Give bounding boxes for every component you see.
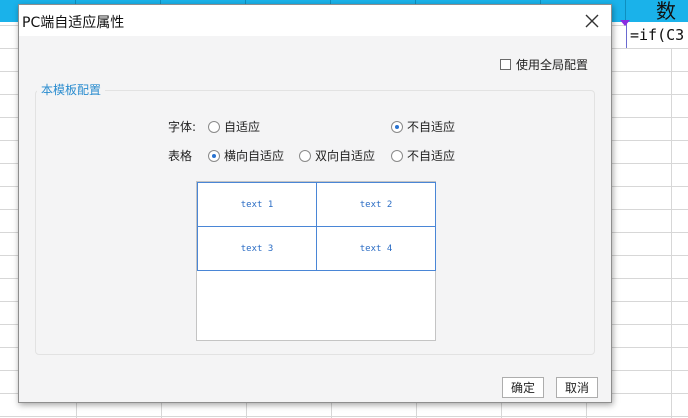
radio-button[interactable]	[391, 149, 403, 162]
preview-cell: text 4	[316, 226, 436, 271]
preview-cell: text 1	[197, 182, 317, 227]
font-radio-not-adaptive[interactable]: 不自适应	[391, 118, 455, 135]
close-icon	[585, 14, 599, 28]
formula-cell[interactable]: =if(C3	[626, 22, 688, 48]
radio-button[interactable]	[299, 149, 311, 162]
radio-button[interactable]	[208, 120, 220, 133]
radio-button-selected[interactable]	[391, 120, 403, 133]
preview-cell: text 3	[197, 226, 317, 271]
cell-comment-marker-icon	[620, 20, 630, 26]
radio-label: 横向自适应	[224, 149, 285, 163]
cancel-button[interactable]: 取消	[556, 377, 598, 398]
preview-cell: text 2	[316, 182, 436, 227]
radio-label: 自适应	[224, 120, 261, 134]
radio-label: 不自适应	[407, 149, 456, 163]
section-title: 本模板配置	[37, 81, 106, 98]
dialog-titlebar[interactable]: PC端自适应属性	[19, 5, 611, 36]
use-global-config-checkbox[interactable]: 使用全局配置	[500, 56, 588, 73]
ok-button[interactable]: 确定	[502, 377, 544, 398]
font-radio-adaptive[interactable]: 自适应	[208, 118, 260, 135]
dialog-title: PC端自适应属性	[22, 15, 125, 31]
adaptive-properties-dialog: PC端自适应属性 使用全局配置 本模板配置 字体: 自适应 不自适应 表格 横向…	[18, 4, 612, 403]
table-radio-not-adaptive[interactable]: 不自适应	[391, 147, 455, 164]
header-cell-text[interactable]: 数	[626, 0, 688, 22]
radio-button-selected[interactable]	[208, 149, 220, 162]
font-row-label: 字体:	[168, 120, 197, 134]
checkbox-box[interactable]	[500, 59, 511, 70]
table-radio-horizontal[interactable]: 横向自适应	[208, 147, 284, 164]
use-global-config-label: 使用全局配置	[516, 58, 589, 72]
close-button[interactable]	[579, 8, 605, 34]
layout-preview: text 1 text 2 text 3 text 4	[196, 181, 436, 341]
radio-label: 双向自适应	[315, 149, 376, 163]
table-radio-bidirectional[interactable]: 双向自适应	[299, 147, 375, 164]
table-row-label: 表格	[168, 149, 193, 163]
radio-label: 不自适应	[407, 120, 456, 134]
